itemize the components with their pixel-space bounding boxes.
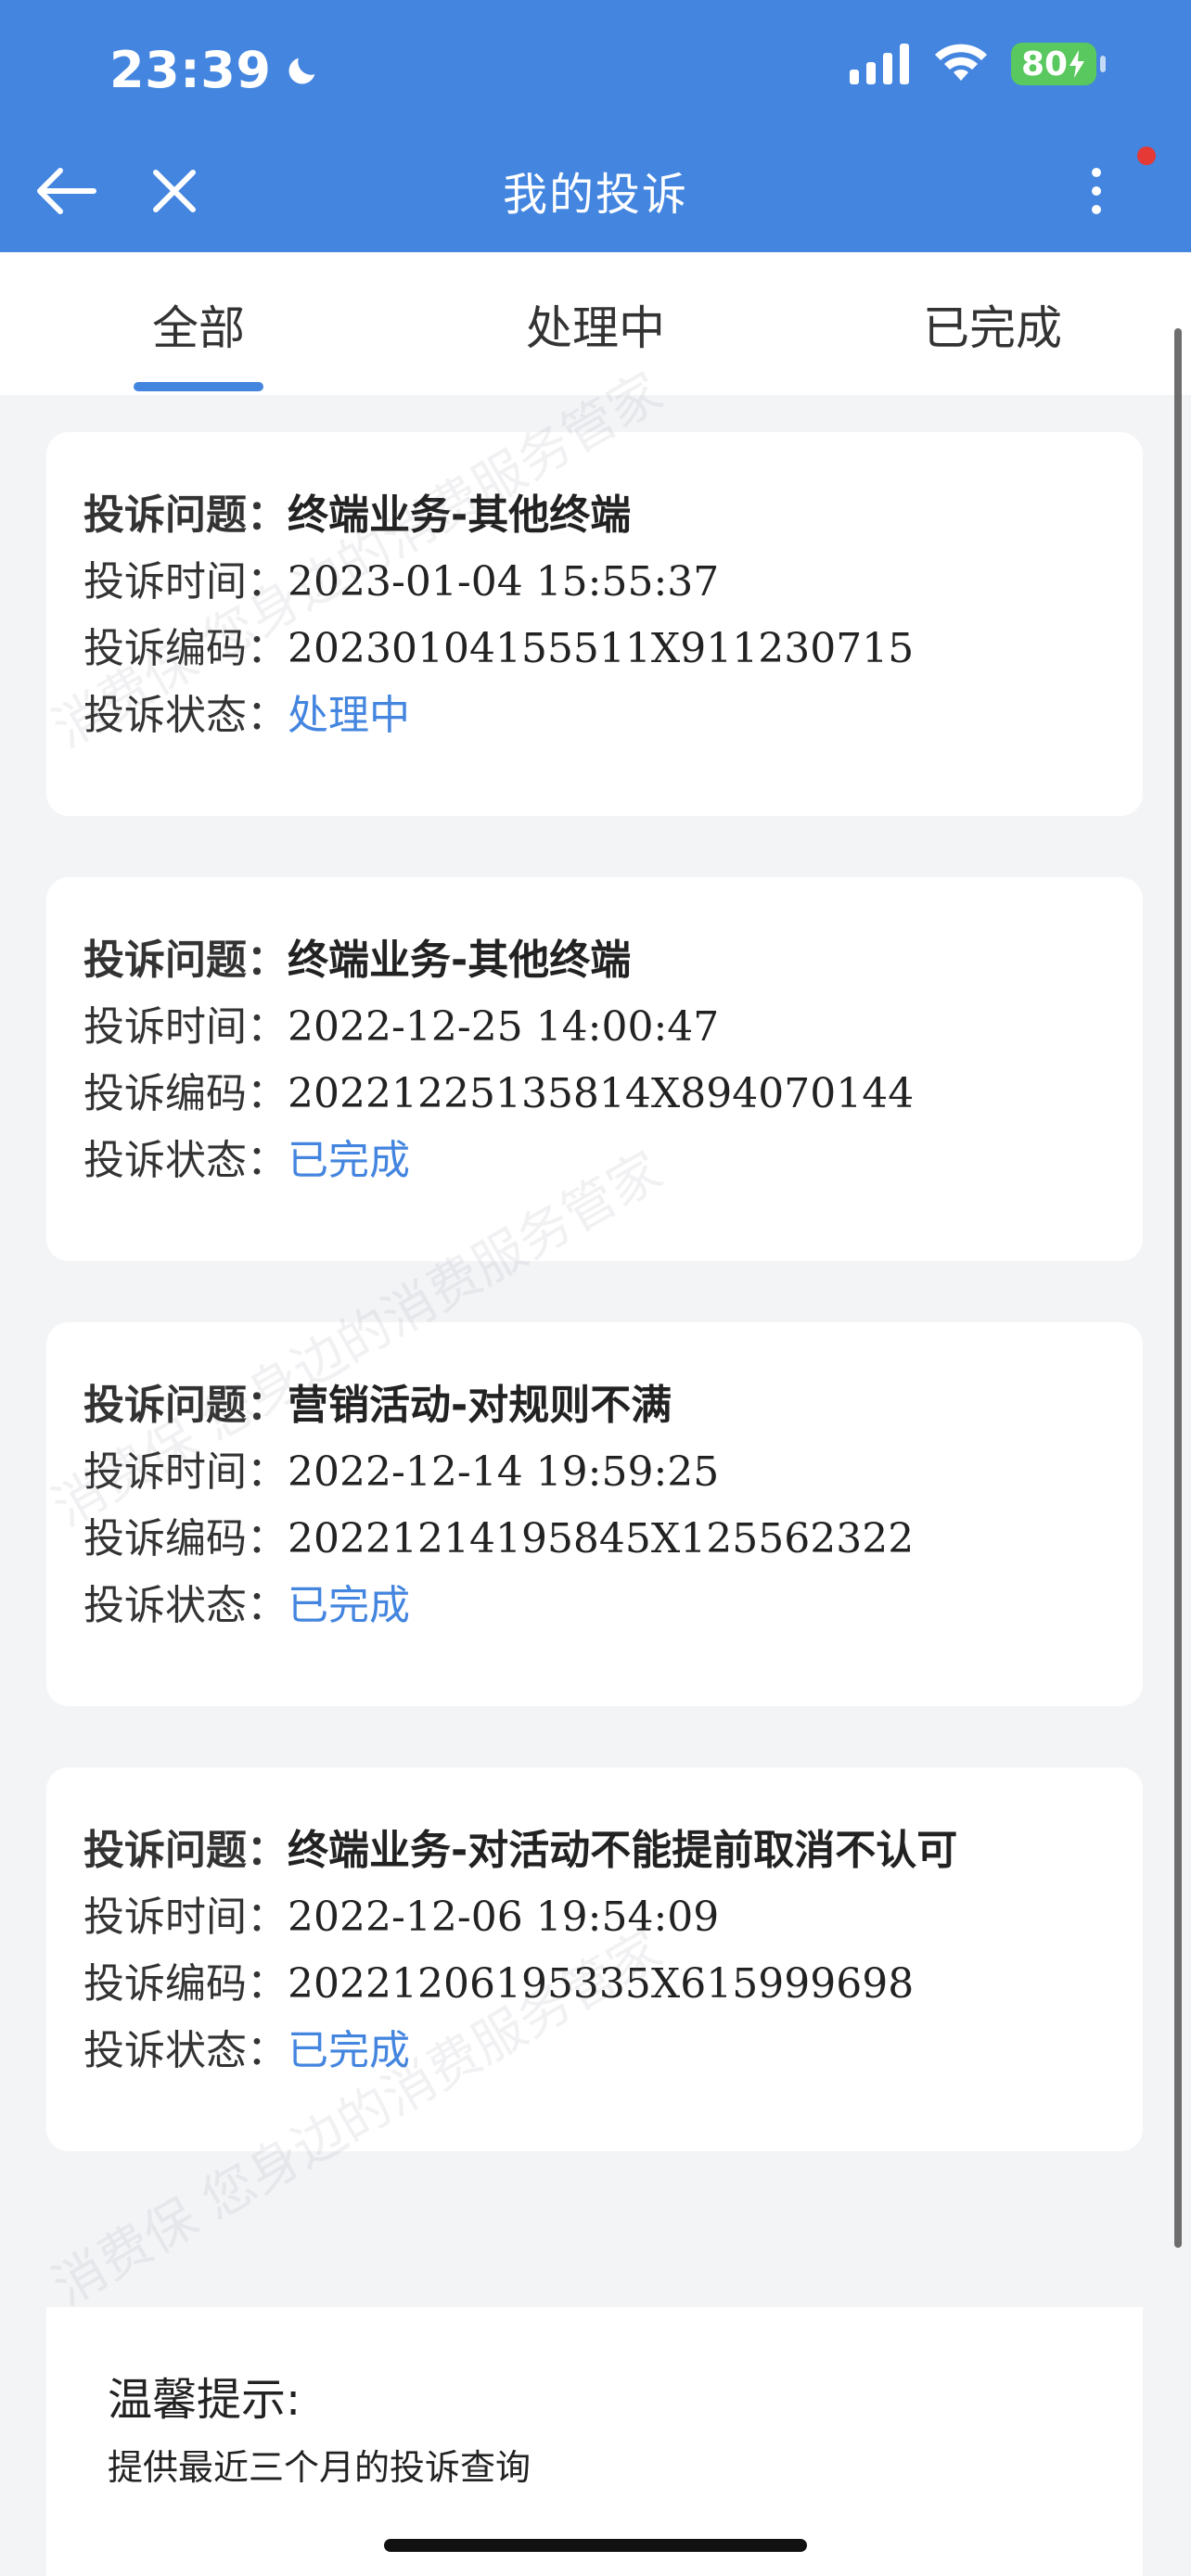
nav-bar: 我的投诉 — [0, 148, 1191, 234]
more-vertical-icon — [1092, 168, 1101, 214]
status-value: 已完成 — [288, 2027, 410, 2074]
status-value: 已完成 — [288, 1137, 410, 1184]
status-bar-time: 23:39 — [109, 41, 321, 99]
time-row: 投诉时间：2022-12-25 14:00:47 — [83, 1003, 720, 1051]
status-value: 处理中 — [288, 692, 410, 739]
complaint-card[interactable]: 投诉问题：营销活动-对规则不满 投诉时间：2022-12-14 19:59:25… — [46, 1322, 1143, 1706]
tab-processing[interactable]: 处理中 — [456, 291, 735, 358]
status-row: 投诉状态：已完成 — [83, 1582, 410, 1629]
status-row: 投诉状态：处理中 — [83, 692, 410, 739]
tab-completed[interactable]: 已完成 — [853, 291, 1132, 358]
code-value: 20230104155511X911230715 — [288, 625, 915, 672]
moon-icon — [288, 57, 315, 83]
notification-dot — [1137, 147, 1156, 165]
code-row: 投诉编码：20221225135814X894070144 — [83, 1070, 915, 1117]
issue-row: 投诉问题：终端业务-其他终端 — [83, 937, 632, 984]
time-value: 2022-12-14 19:59:25 — [288, 1448, 720, 1496]
tip-text: 提供最近三个月的投诉查询 — [108, 2447, 531, 2488]
wifi-icon — [935, 44, 987, 81]
active-tab-indicator — [134, 382, 263, 391]
issue-value: 营销活动-对规则不满 — [288, 1382, 672, 1429]
issue-row: 投诉问题：营销活动-对规则不满 — [83, 1382, 672, 1429]
more-button[interactable] — [1054, 148, 1139, 234]
page-title: 我的投诉 — [502, 169, 688, 221]
time-value: 2023-01-04 15:55:37 — [288, 558, 720, 606]
app-header: 23:39 80 我的投诉 — [0, 0, 1191, 252]
time-row: 投诉时间：2023-01-04 15:55:37 — [83, 558, 720, 606]
battery-indicator: 80 — [1011, 43, 1106, 85]
status-row: 投诉状态：已完成 — [83, 2027, 410, 2074]
status-row: 投诉状态：已完成 — [83, 1137, 410, 1184]
issue-value: 终端业务-其他终端 — [288, 491, 632, 539]
scrollbar[interactable] — [1174, 328, 1182, 2248]
issue-row: 投诉问题：终端业务-其他终端 — [83, 491, 632, 539]
tip-box: 温馨提示: 提供最近三个月的投诉查询 — [46, 2307, 1143, 2576]
signal-icon — [850, 44, 909, 84]
code-value: 20221225135814X894070144 — [288, 1070, 915, 1117]
time-value: 2022-12-25 14:00:47 — [288, 1003, 720, 1051]
code-row: 投诉编码：20221214195845X125562322 — [83, 1515, 915, 1562]
status-bar-right: 80 — [850, 43, 1106, 85]
complaint-card[interactable]: 投诉问题：终端业务-其他终端 投诉时间：2023-01-04 15:55:37 … — [46, 432, 1143, 816]
complaint-card[interactable]: 投诉问题：终端业务-对活动不能提前取消不认可 投诉时间：2022-12-06 1… — [46, 1767, 1143, 2151]
filter-tabs: 全部 处理中 已完成 — [0, 252, 1191, 395]
status-value: 已完成 — [288, 1582, 410, 1629]
issue-value: 终端业务-其他终端 — [288, 937, 632, 984]
time-row: 投诉时间：2022-12-06 19:54:09 — [83, 1894, 720, 1941]
complaint-card[interactable]: 投诉问题：终端业务-其他终端 投诉时间：2022-12-25 14:00:47 … — [46, 877, 1143, 1261]
code-row: 投诉编码：20221206195335X615999698 — [83, 1960, 915, 2008]
code-value: 20221214195845X125562322 — [288, 1515, 915, 1562]
tab-all[interactable]: 全部 — [59, 291, 338, 358]
code-value: 20221206195335X615999698 — [288, 1960, 915, 2008]
time-value: 2022-12-06 19:54:09 — [288, 1894, 720, 1941]
tip-title: 温馨提示: — [108, 2374, 301, 2426]
issue-row: 投诉问题：终端业务-对活动不能提前取消不认可 — [83, 1827, 958, 1874]
issue-value: 终端业务-对活动不能提前取消不认可 — [288, 1827, 958, 1874]
home-indicator[interactable] — [384, 2539, 807, 2552]
time-row: 投诉时间：2022-12-14 19:59:25 — [83, 1448, 720, 1496]
charging-bolt-icon — [1069, 50, 1085, 78]
code-row: 投诉编码：20230104155511X911230715 — [83, 625, 915, 672]
